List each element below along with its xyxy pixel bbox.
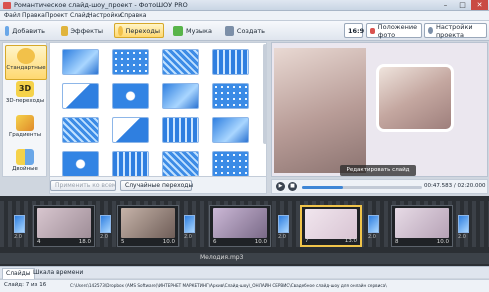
transition-thumb[interactable]: [212, 49, 249, 75]
menu-help[interactable]: Справка: [120, 12, 146, 19]
window-title: Романтическое слайд-шоу_проект - ФотоШОУ…: [14, 1, 188, 9]
project-path: C:\Users\142573\Dropbox (AMS Software)\И…: [70, 283, 387, 288]
slide-thumbnail: [213, 208, 267, 238]
transition-thumb[interactable]: [62, 151, 99, 176]
add-icon: [5, 25, 10, 36]
stop-icon[interactable]: ■: [288, 182, 297, 191]
transition-thumb[interactable]: [162, 49, 199, 75]
view-tabs: Слайды Шкала времени: [0, 266, 489, 279]
transition-duration: 2.0: [368, 234, 376, 240]
transition-marker[interactable]: [184, 215, 195, 233]
music-label: Мелодия.mp3: [200, 254, 244, 261]
slide-thumbnail: [37, 208, 91, 238]
random-transitions-button[interactable]: Случайные переходы: [120, 180, 193, 191]
menu-slide[interactable]: Слайд: [70, 12, 90, 19]
transition-thumb[interactable]: [62, 83, 99, 109]
apply-all-button[interactable]: Применить ко всем: [50, 180, 116, 191]
photo-icon: [370, 27, 375, 34]
tab-effects[interactable]: Эффекты: [58, 23, 106, 38]
aspect-ratio-button[interactable]: 16:9: [344, 23, 364, 38]
transitions-grid: [49, 42, 267, 177]
transition-thumb[interactable]: [62, 49, 99, 75]
transition-duration: 2.0: [100, 234, 108, 240]
category-standard[interactable]: Стандартные: [5, 45, 47, 80]
transition-duration: 2.0: [184, 234, 192, 240]
transition-thumb[interactable]: [212, 117, 249, 143]
timeline-slide[interactable]: 5 10.0: [117, 205, 179, 247]
timeline-slide[interactable]: 4 18.0: [33, 205, 95, 247]
transition-duration: 2.0: [278, 234, 286, 240]
maximize-button[interactable]: □: [454, 0, 471, 10]
transition-thumb[interactable]: [112, 83, 149, 109]
timeline-slide-selected[interactable]: 7 13.0: [300, 205, 362, 247]
photo-position-button[interactable]: Положение фото: [366, 23, 422, 39]
double-icon: [16, 149, 34, 165]
transition-duration: 2.0: [14, 234, 22, 240]
transition-thumb[interactable]: [212, 151, 249, 176]
transition-thumb[interactable]: [112, 117, 149, 143]
transition-thumb[interactable]: [112, 49, 149, 75]
status-bar: Слайд: 7 из 16 C:\Users\142573\Dropbox (…: [0, 279, 489, 292]
slide-thumbnail: [121, 208, 175, 238]
transition-thumb[interactable]: [162, 151, 199, 176]
progress-fill: [302, 186, 343, 189]
minimize-button[interactable]: –: [437, 0, 454, 10]
transition-duration: 2.0: [458, 234, 466, 240]
title-bar: Романтическое слайд-шоу_проект - ФотоШОУ…: [0, 0, 489, 11]
create-icon: [225, 25, 234, 36]
tab-music[interactable]: Музыка: [170, 23, 220, 38]
app-icon: [3, 2, 11, 9]
tab-transitions[interactable]: Переходы: [114, 23, 164, 38]
time-readout: 00:47.583 / 02:20.000: [424, 183, 486, 189]
slide-thumbnail: [395, 208, 449, 238]
tab-timeline[interactable]: Шкала времени: [30, 268, 86, 278]
toolbar: Добавить Эффекты Переходы Музыка Создать…: [0, 21, 489, 41]
timeline-slide[interactable]: 6 10.0: [209, 205, 271, 247]
transition-marker[interactable]: [278, 215, 289, 233]
tab-create[interactable]: Создать: [222, 23, 268, 38]
transition-marker[interactable]: [368, 215, 379, 233]
transition-marker[interactable]: [100, 215, 111, 233]
gear-icon: [428, 27, 433, 34]
transition-marker[interactable]: [14, 215, 25, 233]
slide-counter: Слайд: 7 из 16: [4, 282, 47, 288]
menu-file[interactable]: Файл: [4, 12, 21, 19]
menu-edit[interactable]: Правка: [22, 12, 45, 19]
transition-thumb[interactable]: [162, 117, 199, 143]
play-icon[interactable]: ▶: [276, 182, 285, 191]
category-panel: Стандартные 3D 3D-переходы Градиенты Дво…: [2, 42, 47, 177]
close-button[interactable]: ✕: [471, 0, 488, 10]
timeline-slide[interactable]: 8 10.0: [391, 205, 453, 247]
preview-photo-main: [274, 48, 366, 173]
grid-scrollbar[interactable]: [263, 44, 267, 144]
menu-project[interactable]: Проект: [45, 12, 68, 19]
transition-thumb[interactable]: [162, 83, 199, 109]
category-3d[interactable]: 3D 3D-переходы: [5, 79, 45, 112]
star-icon: [118, 25, 123, 36]
preview-photo-frame: [376, 64, 454, 132]
3d-icon: 3D: [16, 81, 34, 97]
category-gradients[interactable]: Градиенты: [5, 113, 45, 146]
star-icon: [17, 48, 35, 64]
tab-add[interactable]: Добавить: [2, 23, 48, 38]
transition-thumb[interactable]: [62, 117, 99, 143]
music-icon: [173, 25, 183, 36]
music-track[interactable]: [0, 253, 489, 264]
grid-actions: Применить ко всем Случайные переходы: [49, 177, 267, 194]
slide-thumbnail: [305, 209, 357, 239]
edit-slide-button[interactable]: Редактировать слайд: [340, 165, 416, 176]
transition-thumb[interactable]: [112, 151, 149, 176]
menu-settings[interactable]: Настройки: [88, 12, 122, 19]
effects-icon: [61, 25, 68, 36]
category-double[interactable]: Двойные: [5, 147, 45, 180]
transition-thumb[interactable]: [212, 83, 249, 109]
gradient-icon: [16, 115, 34, 131]
transition-marker[interactable]: [458, 215, 469, 233]
menu-bar: Файл Правка Проект Слайд Настройки Справ…: [0, 11, 489, 21]
project-settings-button[interactable]: Настройки проекта: [424, 23, 487, 39]
